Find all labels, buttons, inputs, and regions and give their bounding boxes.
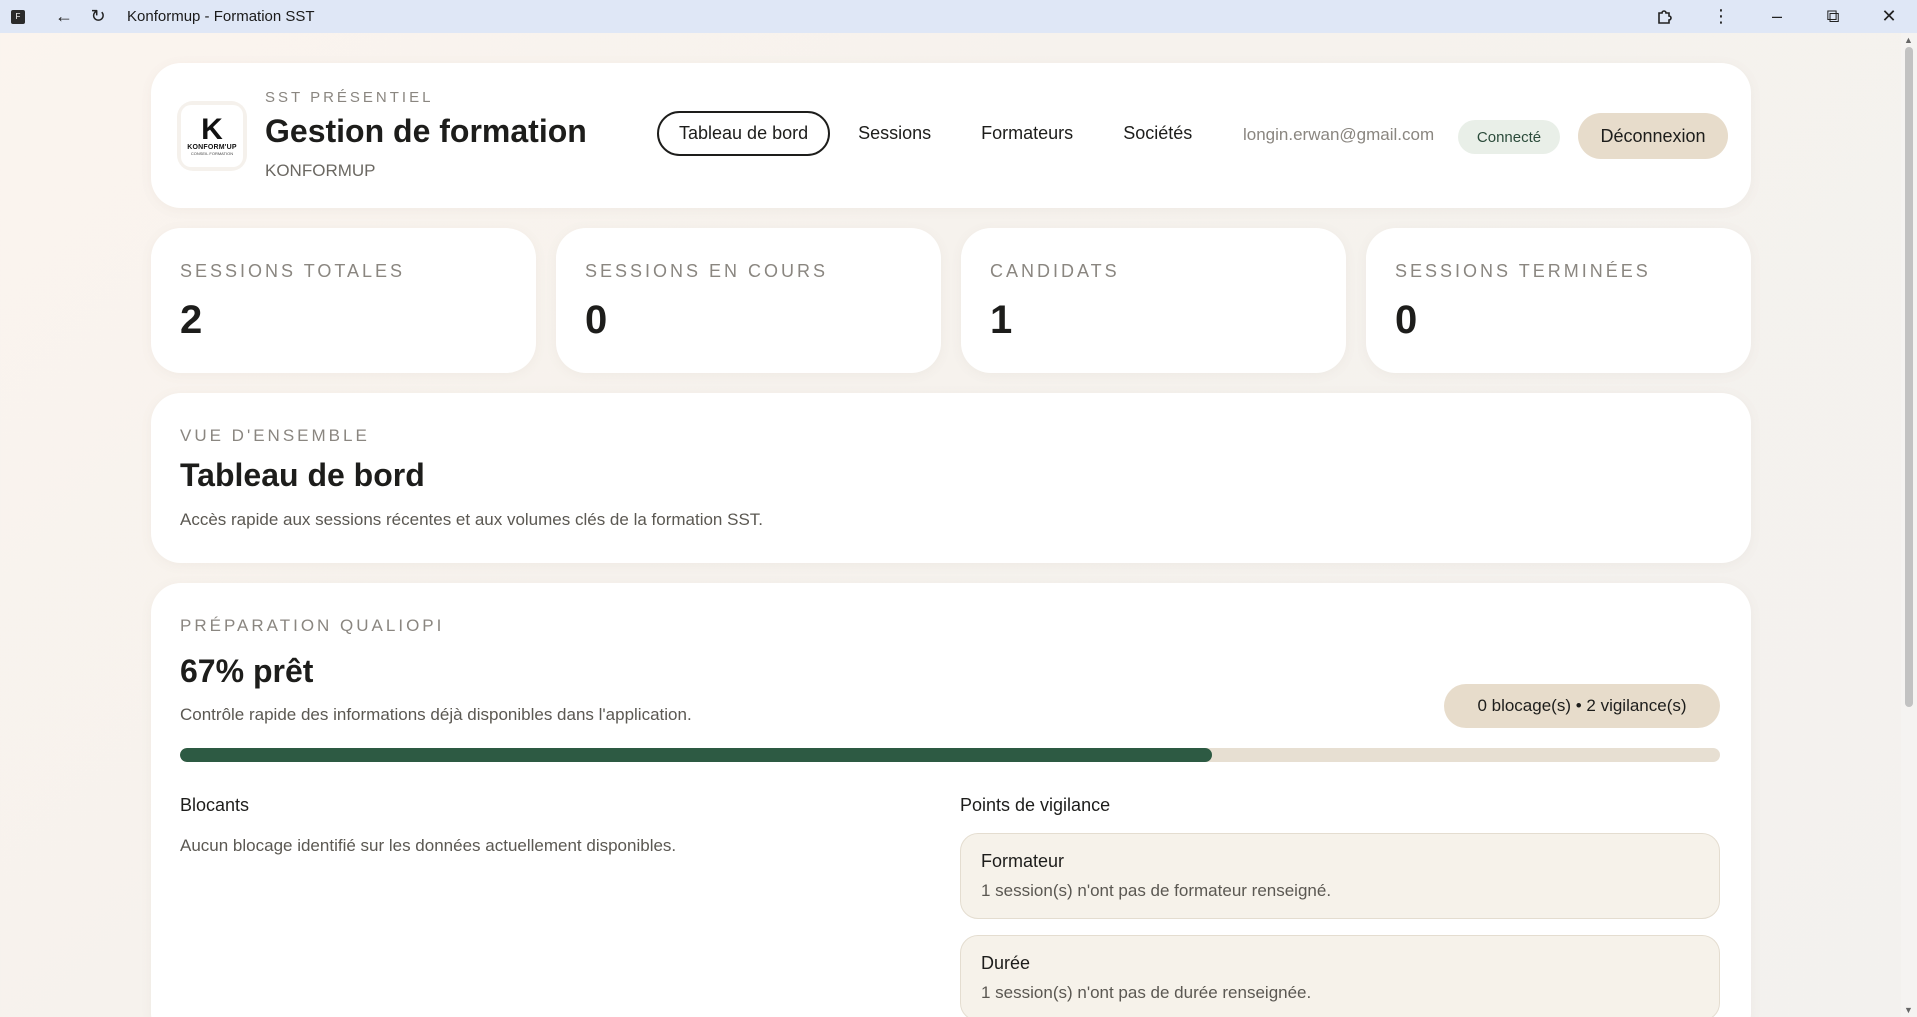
overview-description: Accès rapide aux sessions récentes et au…	[180, 510, 764, 529]
vigilance-item-text: 1 session(s) n'ont pas de formateur rens…	[981, 881, 1332, 900]
scroll-thumb[interactable]	[1905, 47, 1913, 707]
scrollbar[interactable]: ▲ ▼	[1901, 33, 1917, 1017]
back-arrow-icon[interactable]: ←	[47, 0, 81, 33]
company-logo: K KONFORM'UP CONSEIL FORMATION	[177, 101, 247, 171]
vigilance-title: Points de vigilance	[960, 795, 1111, 815]
main-nav: Tableau de bord Sessions Formateurs Soci…	[657, 111, 1222, 156]
company-name: KONFORMUP	[265, 161, 376, 180]
nav-sessions[interactable]: Sessions	[838, 111, 951, 156]
blockers-title: Blocants	[180, 795, 250, 815]
stat-card-ongoing-sessions: SESSIONS EN COURS 0	[556, 228, 941, 373]
stat-label: SESSIONS EN COURS	[585, 261, 829, 281]
more-menu-icon[interactable]: ⋮	[1693, 0, 1749, 33]
status-badge: Connecté	[1458, 120, 1560, 154]
nav-formateurs[interactable]: Formateurs	[961, 111, 1093, 156]
logo-brand: KONFORM'UP	[187, 144, 237, 151]
minimize-icon[interactable]: –	[1749, 0, 1805, 33]
app-header: K KONFORM'UP CONSEIL FORMATION SST PRÉSE…	[151, 63, 1751, 208]
qualiopi-card: PRÉPARATION QUALIOPI 67% prêt Contrôle r…	[151, 583, 1751, 1017]
window-title: Konformup - Formation SST	[127, 8, 315, 25]
vigilance-item: Durée 1 session(s) n'ont pas de durée re…	[960, 935, 1720, 1017]
vigilance-item: Formateur 1 session(s) n'ont pas de form…	[960, 833, 1720, 919]
restore-icon[interactable]: ⧉	[1805, 0, 1861, 33]
overview-title: Tableau de bord	[180, 457, 425, 493]
stat-value: 0	[1395, 298, 1418, 342]
qualiopi-eyebrow: PRÉPARATION QUALIOPI	[180, 616, 445, 635]
stat-label: SESSIONS TERMINÉES	[1395, 261, 1651, 281]
blockers-text: Aucun blocage identifié sur les données …	[180, 836, 677, 855]
overview-eyebrow: VUE D'ENSEMBLE	[180, 426, 370, 445]
readiness-progress-fill	[180, 748, 1212, 762]
page-title: Gestion de formation	[265, 113, 587, 149]
issues-badge: 0 blocage(s) • 2 vigilance(s)	[1444, 684, 1720, 728]
readiness-progress-bar	[180, 748, 1720, 762]
stat-value: 0	[585, 298, 608, 342]
nav-tableau-de-bord[interactable]: Tableau de bord	[657, 111, 831, 156]
logo-tagline: CONSEIL FORMATION	[190, 151, 234, 156]
extensions-icon[interactable]	[1637, 0, 1693, 33]
stat-value: 1	[990, 298, 1013, 342]
stat-card-finished-sessions: SESSIONS TERMINÉES 0	[1366, 228, 1751, 373]
overview-card: VUE D'ENSEMBLE Tableau de bord Accès rap…	[151, 393, 1751, 563]
close-icon[interactable]: ✕	[1861, 0, 1917, 33]
title-bar: F ← ↻ Konformup - Formation SST ⋮ – ⧉ ✕	[0, 0, 1917, 33]
qualiopi-title: 67% prêt	[180, 653, 314, 689]
stat-card-candidates: CANDIDATS 1	[961, 228, 1346, 373]
scroll-down-icon[interactable]: ▼	[1904, 1005, 1913, 1015]
header-eyebrow: SST PRÉSENTIEL	[265, 89, 434, 106]
stat-label: CANDIDATS	[990, 261, 1120, 281]
app-icon: F	[11, 9, 25, 24]
vigilance-item-title: Durée	[981, 953, 1031, 973]
scroll-up-icon[interactable]: ▲	[1904, 35, 1913, 45]
stat-card-total-sessions: SESSIONS TOTALES 2	[151, 228, 536, 373]
reload-icon[interactable]: ↻	[81, 0, 115, 33]
nav-societes[interactable]: Sociétés	[1103, 111, 1212, 156]
logo-letter: K	[201, 113, 223, 146]
qualiopi-description: Contrôle rapide des informations déjà di…	[180, 705, 692, 724]
vigilance-item-text: 1 session(s) n'ont pas de durée renseign…	[981, 983, 1312, 1002]
stat-label: SESSIONS TOTALES	[180, 261, 406, 281]
user-email: longin.erwan@gmail.com	[1243, 125, 1435, 144]
logout-button[interactable]: Déconnexion	[1578, 113, 1728, 159]
vigilance-item-title: Formateur	[981, 851, 1065, 871]
stat-value: 2	[180, 298, 203, 342]
